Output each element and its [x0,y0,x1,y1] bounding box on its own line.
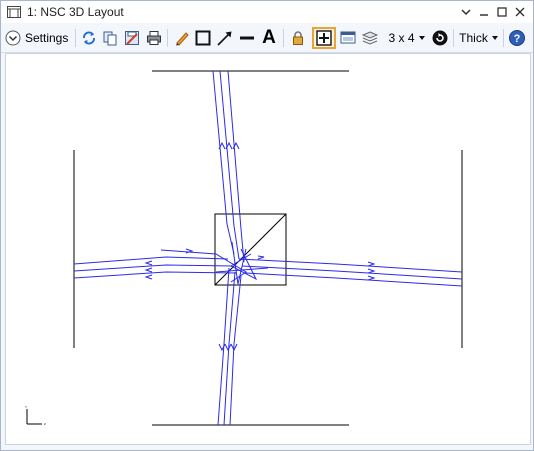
minimize-icon [480,14,488,16]
axis-z-label: Z [44,422,46,426]
text-icon: A [262,27,276,48]
chevron-down-icon [461,9,471,15]
nsc-3d-layout-window: 1: NSC 3D Layout Settings A 3 x 4 Thick … [0,0,534,451]
axis-indicator: Y Z [25,405,46,426]
layers-icon [362,31,378,45]
grid-dropdown[interactable]: 3 x 4 [386,27,428,49]
refresh-button[interactable] [80,27,98,49]
toolbar-separator [283,29,284,47]
toolbar-separator [453,29,454,47]
line-icon [240,36,254,40]
thickness-label: Thick [459,31,488,45]
ray-paths [73,70,463,426]
window-button[interactable] [339,27,357,49]
lock-button[interactable] [289,27,307,49]
dropdown-arrow-icon [418,36,425,40]
copy-button[interactable] [101,27,119,49]
arrow-icon [217,31,232,46]
rectangle-tool-button[interactable] [194,27,212,49]
pencil-tool-button[interactable] [173,27,191,49]
title-bar[interactable]: 1: NSC 3D Layout [1,1,533,23]
rotate-button[interactable] [431,27,449,49]
window-app-icon [7,6,21,18]
settings-label: Settings [25,31,69,45]
help-button[interactable]: ? [508,27,526,49]
fit-view-button[interactable] [312,27,336,49]
save-button[interactable] [123,27,141,49]
toolbar-separator [75,29,76,47]
save-icon [125,31,139,45]
dropdown-arrow-icon [491,36,498,40]
maximize-icon [497,7,507,17]
layers-button[interactable] [361,27,379,49]
close-button[interactable] [511,3,529,21]
pencil-icon [176,32,189,46]
rectangle-icon [195,30,211,46]
print-button[interactable] [145,27,163,49]
close-icon [515,7,525,17]
window-menu-button[interactable] [457,3,475,21]
rotate-icon [432,30,448,46]
copy-icon [103,31,117,46]
text-tool-button[interactable]: A [260,27,278,49]
minimize-button[interactable] [475,3,493,21]
thickness-dropdown[interactable]: Thick [458,27,500,49]
toolbar-separator [503,29,504,47]
layout-canvas[interactable]: Y Z [5,53,531,445]
grid-label: 3 x 4 [388,31,415,45]
settings-button[interactable]: Settings [5,27,68,49]
toolbar: Settings A 3 x 4 Thick ? [1,24,533,53]
print-icon [147,31,161,45]
detector-geometry [73,70,463,426]
help-icon: ? [509,30,525,46]
window-title: 1: NSC 3D Layout [27,5,124,19]
toolbar-separator [167,29,168,47]
chevron-circle-down-icon [5,30,21,46]
lock-icon [293,31,303,45]
refresh-icon [83,31,95,45]
svg-text:?: ? [514,33,521,45]
layout-drawing: Y Z [25,70,463,426]
fit-view-icon [316,30,332,46]
window-icon [340,31,356,44]
maximize-button[interactable] [493,3,511,21]
arrow-tool-button[interactable] [216,27,234,49]
line-tool-button[interactable] [238,27,256,49]
axis-y-label: Y [25,405,27,409]
